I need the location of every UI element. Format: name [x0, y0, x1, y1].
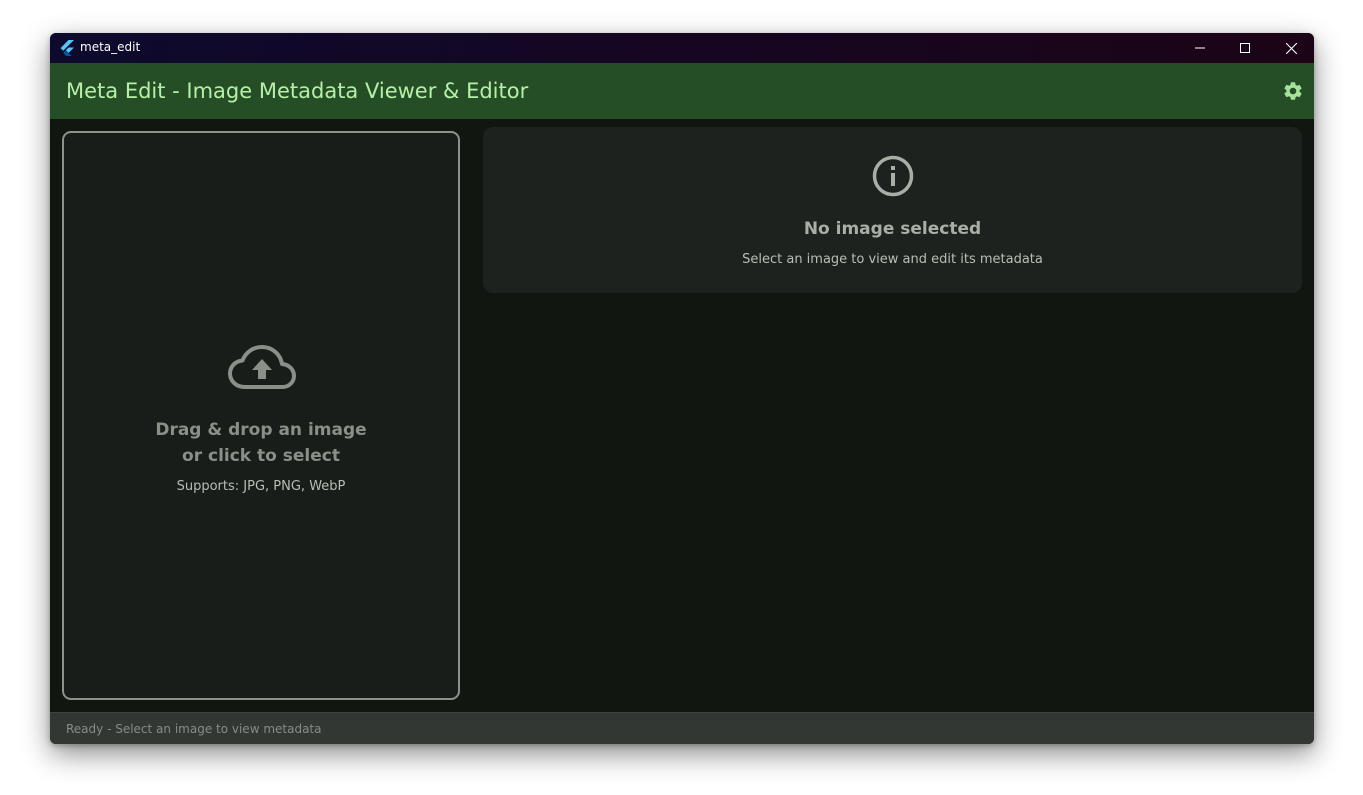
minimize-button[interactable]: [1177, 33, 1223, 63]
maximize-icon: [1240, 43, 1250, 53]
metadata-empty-state-card: No image selected Select an image to vie…: [483, 127, 1302, 293]
status-text: Ready - Select an image to view metadata: [66, 722, 322, 736]
no-image-title: No image selected: [803, 219, 982, 239]
title-bar[interactable]: meta_edit: [50, 33, 1314, 63]
status-bar: Ready - Select an image to view metadata: [50, 712, 1314, 744]
app-title: Meta Edit - Image Metadata Viewer & Edit…: [66, 79, 529, 103]
gear-icon: [1284, 82, 1302, 100]
window-title: meta_edit: [80, 40, 141, 54]
settings-button[interactable]: [1279, 77, 1307, 105]
app-bar: Meta Edit - Image Metadata Viewer & Edit…: [50, 63, 1314, 119]
cloud-upload-icon: [228, 345, 296, 389]
info-icon: [872, 155, 914, 197]
app-window: meta_edit Meta Edit - Image Metadata Vie…: [50, 33, 1314, 744]
dropzone-prompt-line1: Drag & drop an image: [155, 420, 367, 440]
dropzone-prompt-line2: or click to select: [182, 446, 340, 466]
minimize-icon: [1195, 47, 1205, 49]
no-image-subtitle: Select an image to view and edit its met…: [742, 252, 1043, 267]
close-icon: [1285, 42, 1297, 54]
image-dropzone[interactable]: Drag & drop an image or click to select …: [62, 131, 460, 700]
close-button[interactable]: [1268, 33, 1314, 63]
supported-formats-text: Supports: JPG, PNG, WebP: [176, 479, 346, 494]
flutter-logo-icon: [60, 40, 74, 56]
maximize-button[interactable]: [1222, 33, 1268, 63]
